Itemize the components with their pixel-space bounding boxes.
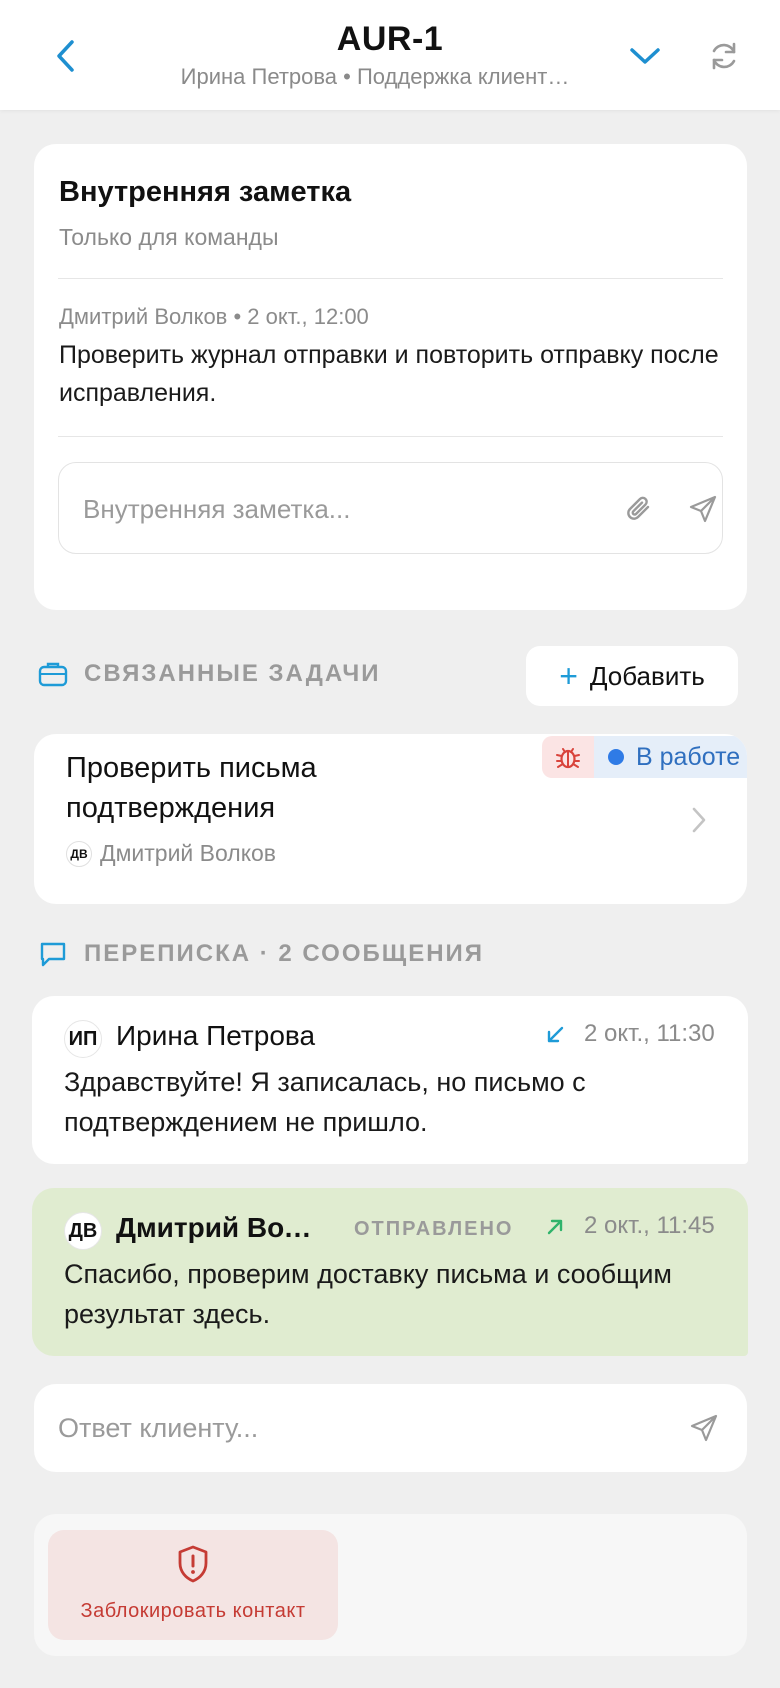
paperclip-icon [627,496,650,520]
send-icon [690,1414,718,1442]
send-note-button[interactable] [683,489,723,529]
refresh-icon [712,42,736,70]
related-task-card[interactable]: Проверить письма подтверждения В работе … [34,734,747,904]
reply-input[interactable] [58,1406,618,1450]
status-badge: В работе [594,736,747,778]
send-reply-button[interactable] [684,1408,724,1448]
status-dot [608,749,624,765]
bug-icon [556,748,580,769]
attach-button[interactable] [619,489,659,529]
note-input-box [58,462,723,554]
assignee-name: Дмитрий Волков [100,840,277,866]
message-author: Дмитрий Волков [116,1212,316,1243]
chevron-down-icon [630,48,660,64]
note-title: Внутренняя заметка [59,176,352,208]
message-time: 2 окт., 11:45 [584,1212,715,1239]
block-contact-label: Заблокировать контакт [80,1600,306,1622]
avatar: ДВ [66,840,92,867]
correspondence-header: ПЕРЕПИСКА · 2 СООБЩЕНИЯ [38,940,484,968]
related-tasks-header: СВЯЗАННЫЕ ЗАДАЧИ [38,660,381,688]
message-text: Спасибо, проверим доставку письма и сооб… [64,1259,672,1329]
note-text: Проверить журнал отправки и повторить от… [59,341,719,407]
message-text: Здравствуйте! Я записалась, но письмо с … [64,1067,586,1137]
avatar: ИП [64,1020,102,1058]
reply-box [34,1384,747,1472]
task-assignee: ДВ Дмитрий Волков [66,840,276,867]
avatar: ДВ [64,1212,102,1250]
message-status: ОТПРАВЛЕНО [354,1218,514,1240]
page-subtitle: Ирина Петрова • Поддержка клиент… [180,64,570,89]
open-task-chevron[interactable] [686,800,712,840]
internal-note-card: Внутренняя заметка Только для команды Дм… [34,144,747,610]
note-input[interactable] [83,487,563,531]
task-title: Проверить письма подтверждения [66,752,317,824]
add-related-task-button[interactable]: + Добавить [526,646,738,706]
actions-panel: Заблокировать контакт [34,1514,747,1656]
note-meta: Дмитрий Волков • 2 окт., 12:00 [59,304,369,329]
refresh-button[interactable] [704,36,744,76]
add-button-label: Добавить [589,660,705,691]
message-author: Ирина Петрова [116,1020,316,1051]
divider [58,436,723,437]
top-bar: AUR-1 Ирина Петрова • Поддержка клиент… [0,0,780,110]
block-contact-button[interactable]: Заблокировать контакт [48,1530,338,1640]
message-outgoing: ДВ Дмитрий Волков ОТПРАВЛЕНО 2 окт., 11:… [32,1188,748,1356]
arrow-up-right-icon [540,1212,570,1242]
message-incoming: ИП Ирина Петрова 2 окт., 11:30 Здравству… [32,996,748,1164]
shield-alert-icon [178,1545,208,1583]
arrow-down-left-icon [540,1020,570,1050]
related-tasks-label: СВЯЗАННЫЕ ЗАДАЧИ [84,660,381,687]
briefcase-icon [38,662,68,687]
message-time: 2 окт., 11:30 [584,1020,715,1047]
chevron-right-icon [692,807,706,833]
collapse-button[interactable] [624,38,666,74]
chat-bubble-icon [40,942,66,967]
plus-icon: + [559,658,578,694]
note-subtitle: Только для команды [59,224,279,250]
divider [58,278,723,279]
send-icon [689,495,717,523]
task-type-badge [542,736,594,778]
correspondence-label: ПЕРЕПИСКА · 2 СООБЩЕНИЯ [84,940,485,967]
status-text: В работе [636,742,741,771]
